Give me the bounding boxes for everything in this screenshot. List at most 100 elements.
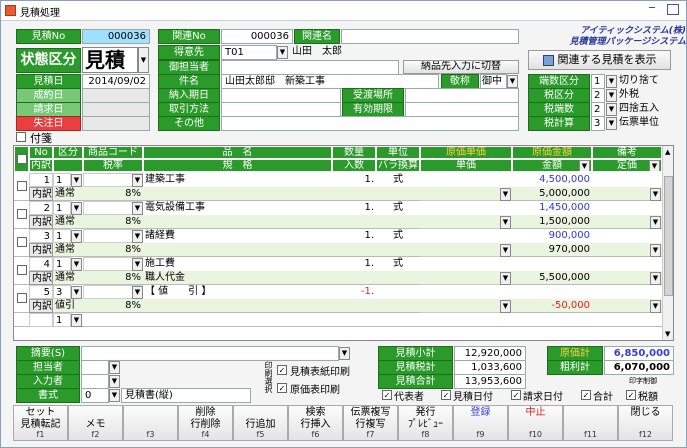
row-amount[interactable]: 1,500,000 [512,215,592,229]
row-unit[interactable] [376,285,420,299]
attach-checkbox[interactable] [16,132,26,142]
tax-calc-code[interactable]: 3 [591,116,605,131]
row-no[interactable] [29,313,53,327]
row-cost-unit[interactable] [420,257,512,271]
minimize-button[interactable]: ─ [649,3,655,14]
fkey-f3[interactable]: f3 [123,405,178,441]
row-kubun-name[interactable]: 通常 [53,187,83,201]
fkey-f9[interactable]: 登録 f9 [453,405,508,441]
row-checkbox[interactable] [17,293,27,303]
fraction-code[interactable]: 1 [591,74,605,89]
bill-date-checkbox[interactable]: ✓ [511,390,521,400]
quote-date-checkbox[interactable]: ✓ [441,390,451,400]
row-uchiwake-button[interactable]: 内訳 [29,271,53,285]
kubun-dropdown-icon[interactable]: ▼ [71,258,82,271]
unit-price-dropdown-icon[interactable]: ▼ [500,188,511,201]
row-no[interactable]: 5 [29,285,53,299]
summary-field[interactable] [81,346,339,361]
summary-dropdown-icon[interactable]: ▼ [339,347,350,360]
row-cost-unit[interactable] [420,285,512,299]
row-unit-price[interactable] [420,271,512,285]
grid-scrollbar[interactable]: ▲ ▼ [662,146,673,340]
row-checkbox[interactable] [17,181,27,191]
row-kubun-name[interactable]: 通常 [53,271,83,285]
print-cost-checkbox[interactable]: ✓ [277,383,287,393]
fraction-dropdown-icon[interactable]: ▼ [606,75,617,88]
row-uchiwake-button[interactable]: 内訳 [29,215,53,229]
unit-price-dropdown-icon[interactable]: ▼ [500,272,511,285]
tax-fraction-code[interactable]: 2 [591,102,605,117]
row-no[interactable]: 1 [29,173,53,187]
row-item-name[interactable]: 建築工事 [143,173,332,187]
honorific-field[interactable]: 御中 [480,74,507,89]
row-tax-rate[interactable]: 8% [83,299,143,313]
row-tax-rate[interactable]: 8% [83,215,143,229]
row-item-name[interactable]: 諸経費 [143,229,332,243]
row-kubun[interactable]: 1 [53,173,71,187]
row-unit-price[interactable] [420,299,512,313]
row-kubun[interactable]: 1 [53,229,71,243]
row-cost-amount[interactable] [512,285,592,299]
inputter-field[interactable] [81,374,109,389]
kubun-dropdown-icon[interactable]: ▼ [71,174,82,187]
note-dropdown-icon[interactable]: ▼ [650,188,661,201]
fkey-f10[interactable]: 中止 f10 [508,405,563,441]
row-qty[interactable]: 1. [332,201,376,215]
quote-no-field[interactable]: 000036 [82,29,150,44]
row-cost-amount[interactable]: 1,450,000 [512,201,592,215]
fkey-f8[interactable]: 発行 ﾌﾟﾚﾋﾞｭｰ f8 [398,405,453,441]
row-spec[interactable] [143,243,332,257]
row-amount[interactable]: -50,000 [512,299,592,313]
row-unit[interactable]: 式 [376,229,420,243]
fkey-f6[interactable]: 検索 行挿入 f6 [288,405,343,441]
row-spec[interactable] [143,187,332,201]
row-tax-rate[interactable]: 8% [83,243,143,257]
row-uchiwake-button[interactable]: 内訳 [29,187,53,201]
row-spec[interactable] [143,299,332,313]
related-quotes-button[interactable]: 関連する見積を表示 [528,50,671,70]
quote-date-field[interactable]: 2014/09/02 [82,74,150,89]
code-dropdown-icon[interactable]: ▼ [132,286,143,299]
deadline-field[interactable] [221,88,341,103]
row-checkbox[interactable] [17,237,27,247]
row-amount[interactable]: 970,000 [512,243,592,257]
row-amount[interactable]: 5,000,000 [512,187,592,201]
subject-field[interactable]: 山田太郎邸 新築工事 [221,74,439,89]
row-cost-unit[interactable] [420,201,512,215]
validity-field[interactable] [405,102,519,117]
customer-code-field[interactable]: T01 [221,45,277,60]
row-spec[interactable] [143,215,332,229]
payment-field[interactable] [221,102,341,117]
tax-amount-checkbox[interactable]: ✓ [626,390,636,400]
row-qty[interactable]: 1. [332,173,376,187]
row-kubun[interactable]: 3 [53,285,71,299]
fkey-f2[interactable]: メモ f2 [68,405,123,441]
row-unit[interactable]: 式 [376,201,420,215]
kubun-dropdown-icon[interactable]: ▼ [71,202,82,215]
code-dropdown-icon[interactable]: ▼ [132,174,143,187]
contract-date-field[interactable] [82,88,150,103]
row-cost-amount[interactable]: 900,000 [512,229,592,243]
fkey-f1[interactable]: セット 見積転記 f1 [13,405,68,441]
delivery-place-field[interactable] [405,88,519,103]
code-dropdown-icon[interactable]: ▼ [132,202,143,215]
row-no[interactable]: 4 [29,257,53,271]
row-kubun-name[interactable]: 通常 [53,215,83,229]
format-dropdown-icon[interactable]: ▼ [109,389,120,402]
row-tax-rate[interactable]: 8% [83,271,143,285]
note-dropdown-icon[interactable]: ▼ [650,300,661,313]
row-unit-price[interactable] [420,187,512,201]
row-cost-unit[interactable] [420,229,512,243]
note-dropdown-icon[interactable]: ▼ [650,244,661,257]
row-uchiwake-button[interactable]: 内訳 [29,299,53,313]
scroll-up-icon[interactable]: ▲ [665,148,670,156]
kubun-dropdown-icon[interactable]: ▼ [71,314,82,327]
inputter-dropdown-icon[interactable]: ▼ [109,375,120,388]
row-kubun-name[interactable]: 値引 [53,299,83,313]
fkey-f12[interactable]: 閉じる f12 [618,405,673,441]
row-unit-price[interactable] [420,215,512,229]
row-spec[interactable]: 職人代金 [143,271,332,285]
row-kubun[interactable]: 1 [53,313,71,327]
print-cover-checkbox[interactable]: ✓ [277,365,287,375]
staff-dropdown-icon[interactable]: ▼ [109,361,120,374]
